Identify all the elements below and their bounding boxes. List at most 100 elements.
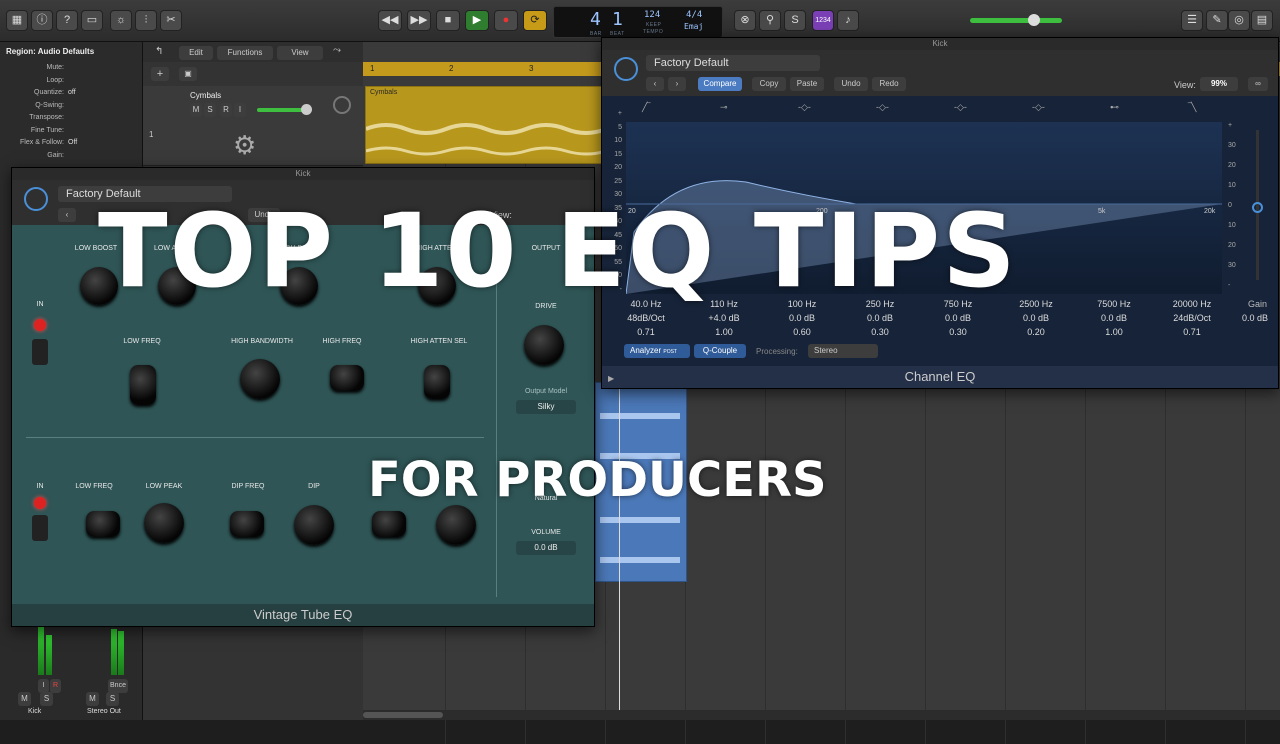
band-freq[interactable]: 7500 Hz <box>1084 299 1144 313</box>
high-peak-knob[interactable] <box>436 505 476 545</box>
track-header-cymbals[interactable]: 1 Cymbals M S R I ⚙ <box>143 86 363 166</box>
edit-menu[interactable]: Edit <box>179 46 213 60</box>
kick-input-monitor[interactable]: I <box>38 679 49 693</box>
low-freq-selector[interactable] <box>130 365 156 405</box>
high-shelf-icon[interactable]: ⊷ <box>1110 102 1119 113</box>
stereo-out-solo[interactable]: S <box>106 692 119 706</box>
view-menu[interactable]: View <box>277 46 323 60</box>
play-button[interactable]: ▶ <box>465 10 489 31</box>
channel-eq-undo-button[interactable]: Undo <box>834 77 868 91</box>
band-gain[interactable]: +4.0 dB <box>694 313 754 327</box>
copy-button[interactable]: Copy <box>752 77 786 91</box>
help-icon[interactable]: ? <box>56 10 78 31</box>
redo-button[interactable]: Redo <box>872 77 906 91</box>
high-freq-selector[interactable] <box>330 365 364 391</box>
q-couple-button[interactable]: Q-Couple <box>694 344 746 358</box>
horizontal-scrollbar[interactable] <box>363 710 1280 720</box>
band-gain[interactable]: 48dB/Oct <box>616 313 676 327</box>
editors-icon[interactable]: ✂ <box>160 10 182 31</box>
browser-icon[interactable]: ▤ <box>1251 10 1273 31</box>
rewind-button[interactable]: ◀◀ <box>378 10 402 31</box>
track-record[interactable]: R <box>220 103 232 117</box>
low-peak-knob[interactable] <box>144 503 184 543</box>
notepad-icon[interactable]: ✎ <box>1206 10 1228 31</box>
channel-eq-preset-menu[interactable]: Factory Default <box>646 55 820 71</box>
analyzer-button[interactable]: Analyzer POST <box>624 344 690 358</box>
band-q[interactable]: 0.71 <box>616 327 676 341</box>
drive-knob[interactable] <box>524 325 564 365</box>
compare-button[interactable]: Compare <box>698 77 742 91</box>
paste-button[interactable]: Paste <box>790 77 824 91</box>
gain-slider-handle[interactable] <box>1252 202 1263 213</box>
kick-strip-name[interactable]: Kick <box>28 708 41 715</box>
bounce-button[interactable]: Bnce <box>108 679 128 693</box>
kick-mute[interactable]: M <box>18 692 31 706</box>
high-atten-sel-selector[interactable] <box>424 365 450 399</box>
lcd-display[interactable]: 4 1 BAR BEAT 124 KEEP TEMPO 4/4 Emaj <box>553 6 723 38</box>
stereo-out-strip-name[interactable]: Stereo Out <box>87 708 121 715</box>
gain-value[interactable]: 0.0 dB <box>1242 313 1268 323</box>
output-model-menu[interactable]: Silky <box>516 400 576 414</box>
master-volume-slider[interactable] <box>970 18 1062 23</box>
replace-icon[interactable]: ⊗ <box>734 10 756 31</box>
band-q[interactable]: 1.00 <box>694 327 754 341</box>
disclosure-triangle-icon[interactable]: ▶ <box>608 374 614 383</box>
band-q[interactable]: 0.20 <box>1006 327 1066 341</box>
track-input[interactable]: I <box>234 103 246 117</box>
loop-browser-icon[interactable]: ◎ <box>1228 10 1250 31</box>
power-icon[interactable] <box>24 187 48 211</box>
in-switch-2[interactable] <box>32 515 48 541</box>
band-gain[interactable]: 0.0 dB <box>850 313 910 327</box>
inspector-row-value[interactable]: Off <box>68 139 77 146</box>
smart-controls-icon[interactable]: ☼ <box>110 10 132 31</box>
audio-region-cymbals[interactable]: Cymbals <box>365 86 606 164</box>
band-gain[interactable]: 24dB/Oct <box>1162 313 1222 327</box>
vintage-eq-titlebar[interactable]: Kick <box>12 168 594 180</box>
band-column[interactable]: 7500 Hz 0.0 dB 1.00 <box>1084 299 1144 341</box>
toolbar-icon[interactable]: ▭ <box>81 10 103 31</box>
inspector-icon[interactable]: ⓘ <box>31 10 53 31</box>
band-q[interactable]: 0.30 <box>850 327 910 341</box>
prev-preset-button[interactable]: ‹ <box>58 208 76 222</box>
dip-knob[interactable] <box>294 505 334 545</box>
low-cut-icon[interactable]: ╱‾ <box>642 102 650 113</box>
band-q[interactable]: 0.60 <box>772 327 832 341</box>
scrollbar-thumb[interactable] <box>363 712 443 718</box>
band-gain[interactable]: 0.0 dB <box>1006 313 1066 327</box>
track-pan-knob[interactable] <box>333 96 351 114</box>
fast-forward-button[interactable]: ▶▶ <box>407 10 431 31</box>
count-in-button[interactable]: 1234 <box>812 10 834 31</box>
cycle-button[interactable]: ⟳ <box>523 10 547 31</box>
in-switch-1[interactable] <box>32 339 48 365</box>
band-gain[interactable]: 0.0 dB <box>928 313 988 327</box>
solo-icon[interactable]: S <box>784 10 806 31</box>
stop-button[interactable]: ■ <box>436 10 460 31</box>
metronome-icon[interactable]: ♪ <box>837 10 859 31</box>
band-column[interactable]: 20000 Hz 24dB/Oct 0.71 <box>1162 299 1222 341</box>
back-icon[interactable]: ↰ <box>155 46 163 57</box>
list-editors-icon[interactable]: ☰ <box>1181 10 1203 31</box>
kick-record-enable[interactable]: R <box>50 679 61 693</box>
view-zoom-menu[interactable]: 99% <box>1200 77 1238 91</box>
link-icon[interactable]: ∞ <box>1248 77 1268 91</box>
volume-value[interactable]: 0.0 dB <box>516 541 576 555</box>
high-freq-2-selector[interactable] <box>372 511 406 537</box>
region-inspector-title[interactable]: Region: Audio Defaults <box>6 47 94 56</box>
functions-menu[interactable]: Functions <box>217 46 273 60</box>
channel-eq-power-icon[interactable] <box>614 57 638 81</box>
master-volume-handle[interactable] <box>1028 14 1040 26</box>
inspector-row-value[interactable]: off <box>68 89 76 96</box>
track-solo[interactable]: S <box>204 103 216 117</box>
low-freq-2-selector[interactable] <box>86 511 120 537</box>
catch-icon[interactable]: ⤳ <box>333 45 341 56</box>
band-freq[interactable]: 20000 Hz <box>1162 299 1222 313</box>
high-bandwidth-knob[interactable] <box>240 359 280 399</box>
low-shelf-icon[interactable]: ⊸ <box>720 102 728 113</box>
track-volume-handle[interactable] <box>301 104 312 115</box>
channel-eq-next-button[interactable]: › <box>668 77 686 91</box>
tuner-icon[interactable]: ⚲ <box>759 10 781 31</box>
dip-freq-selector[interactable] <box>230 511 264 537</box>
channel-eq-prev-button[interactable]: ‹ <box>646 77 664 91</box>
library-icon[interactable]: ▦ <box>6 10 28 31</box>
band-q[interactable]: 0.30 <box>928 327 988 341</box>
